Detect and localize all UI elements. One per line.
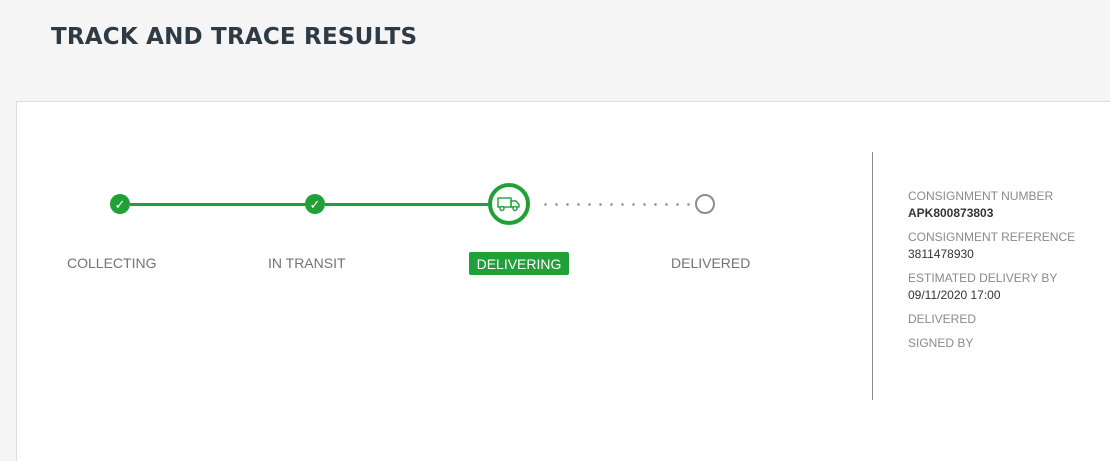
progress-line-pending [540, 203, 690, 206]
step-label-in-transit: IN TRANSIT [268, 255, 346, 271]
page-title: TRACK AND TRACE RESULTS [51, 24, 418, 50]
step-collecting-check-icon: ✓ [110, 194, 130, 214]
consignment-reference-value: 3811478930 [908, 247, 974, 261]
consignment-number-label: CONSIGNMENT NUMBER [908, 189, 1054, 203]
estimated-delivery-label: ESTIMATED DELIVERY BY [908, 271, 1058, 285]
progress-line-done [130, 203, 306, 206]
step-label-delivering: DELIVERING [469, 252, 569, 275]
consignment-reference-label: CONSIGNMENT REFERENCE [908, 230, 1076, 244]
delivery-truck-icon [497, 197, 520, 212]
vertical-divider [872, 152, 873, 400]
delivered-label: DELIVERED [908, 312, 977, 326]
estimated-delivery-value: 09/11/2020 17:00 [908, 288, 1001, 302]
consignment-details: CONSIGNMENT NUMBER APK800873803 CONSIGNM… [908, 188, 1108, 359]
step-delivered-indicator [695, 194, 715, 214]
progress-line-done [325, 203, 489, 206]
step-delivering-indicator [488, 183, 530, 225]
step-in-transit-check-icon: ✓ [305, 194, 325, 214]
step-label-delivered: DELIVERED [671, 255, 751, 271]
signed-by-label: SIGNED BY [908, 336, 974, 350]
step-label-collecting: COLLECTING [67, 255, 157, 271]
consignment-number-value: APK800873803 [908, 206, 994, 220]
